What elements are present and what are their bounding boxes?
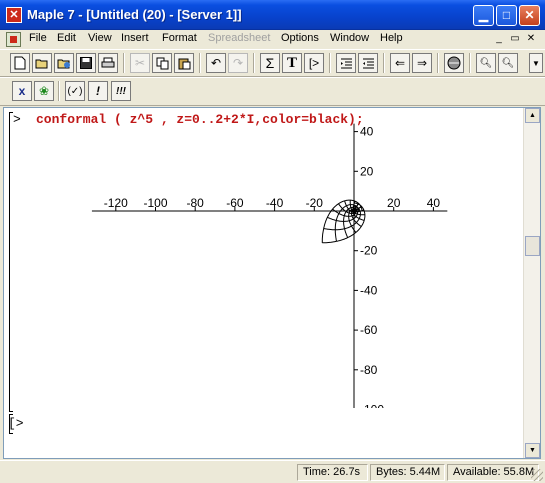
main-toolbar: ✂ ↶ ↷ Σ T [> ⇐ ⇒ 🔍︎ 🔍︎ ▼ (0, 49, 545, 77)
toolbar-separator (469, 53, 471, 73)
sigma-icon[interactable]: Σ (260, 53, 280, 73)
menu-insert[interactable]: Insert (121, 32, 149, 44)
maximize-button[interactable]: □ (496, 5, 517, 26)
y-tick-label: 40 (360, 125, 374, 139)
resize-grip-icon[interactable] (531, 469, 543, 481)
x-tick-label: -40 (266, 196, 284, 210)
status-available: Available: 55.8M (447, 464, 539, 481)
menu-window[interactable]: Window (330, 32, 369, 44)
copy-icon[interactable] (152, 53, 172, 73)
x-tick-label: -20 (306, 196, 324, 210)
status-bar: Time: 26.7s Bytes: 5.44M Available: 55.8… (0, 460, 545, 483)
forward-icon[interactable]: ⇒ (412, 53, 432, 73)
maple-window: ✕ Maple 7 - [Untitled (20) - [Server 1]]… (0, 0, 545, 483)
x-tick-label: -120 (104, 196, 128, 210)
x-tick-label: -60 (226, 196, 244, 210)
worksheet[interactable]: > conformal ( z^5 , z=0..2+2*I,color=bla… (3, 107, 541, 459)
toolbar-separator (199, 53, 201, 73)
cut-icon[interactable]: ✂ (130, 53, 150, 73)
y-tick-label: -100 (360, 403, 384, 409)
zoom-out-icon[interactable]: 🔍︎ (498, 53, 518, 73)
doc-restore-button[interactable]: ▭ (507, 32, 523, 46)
toolbar-separator (437, 53, 439, 73)
document-icon[interactable] (6, 32, 21, 47)
minimize-button[interactable]: ▁ (473, 5, 494, 26)
plot-mesh (321, 199, 366, 244)
menu-spreadsheet[interactable]: Spreadsheet (208, 32, 270, 44)
menu-edit[interactable]: Edit (57, 32, 76, 44)
save-icon[interactable] (76, 53, 96, 73)
vertical-scrollbar[interactable]: ▲ ▼ (523, 108, 540, 458)
zoom-in-icon[interactable]: 🔍︎ (476, 53, 496, 73)
scroll-up-icon[interactable]: ▲ (525, 108, 540, 123)
y-tick-label: -60 (360, 323, 378, 337)
context-toolbar: x ❀ (✓) ! !!! (0, 77, 545, 106)
status-time: Time: 26.7s (297, 464, 368, 481)
back-icon[interactable]: ⇐ (390, 53, 410, 73)
y-tick-label: -40 (360, 283, 378, 297)
new-document-icon[interactable] (10, 53, 30, 73)
scroll-down-icon[interactable]: ▼ (525, 443, 540, 458)
indent-icon[interactable] (336, 53, 356, 73)
menu-file[interactable]: File (29, 32, 47, 44)
x-tick-label: -100 (143, 196, 167, 210)
x-tick-label: 20 (387, 196, 401, 210)
text-icon[interactable]: T (282, 53, 302, 73)
toolbar-separator (383, 53, 385, 73)
close-button[interactable]: ✕ (519, 5, 540, 26)
open-url-icon[interactable] (54, 53, 74, 73)
doc-minimize-button[interactable]: _ (491, 32, 507, 46)
execute-button[interactable]: ! (88, 81, 108, 101)
redo-icon[interactable]: ↷ (228, 53, 248, 73)
open-icon[interactable] (32, 53, 52, 73)
toolbar-separator (58, 81, 60, 101)
paste-icon[interactable] (174, 53, 194, 73)
doc-close-button[interactable]: ✕ (523, 32, 539, 46)
stop-icon[interactable] (444, 53, 464, 73)
undo-icon[interactable]: ↶ (206, 53, 226, 73)
toolbar-separator (329, 53, 331, 73)
check-syntax-button[interactable]: (✓) (65, 81, 85, 101)
maple-leaf-icon[interactable]: ❀ (34, 81, 54, 101)
menu-options[interactable]: Options (281, 32, 319, 44)
menu-view[interactable]: View (88, 32, 112, 44)
empty-prompt[interactable]: [> (8, 416, 24, 431)
maple-x-icon[interactable]: ✕ (6, 7, 22, 23)
title-bar[interactable]: ✕ Maple 7 - [Untitled (20) - [Server 1]]… (0, 0, 545, 30)
menu-help[interactable]: Help (380, 32, 403, 44)
y-tick-label: -80 (360, 363, 378, 377)
toolbar-separator (253, 53, 255, 73)
conformal-plot[interactable]: -120 -100 -80 -60 -40 -20 20 40 40 20 -20 -40 -60 -80… (4, 108, 524, 408)
menu-format[interactable]: Format (162, 32, 197, 44)
plot-axes: -120 -100 -80 -60 -40 -20 20 40 40 20 -20 -40 -60 -80… (91, 123, 448, 409)
print-icon[interactable] (98, 53, 118, 73)
execute-all-button[interactable]: !!! (111, 81, 131, 101)
math-mode-icon[interactable]: x (12, 81, 32, 101)
outdent-icon[interactable] (358, 53, 378, 73)
toolbar-scroll-icon[interactable]: ▼ (529, 53, 543, 73)
y-tick-label: -20 (360, 244, 378, 258)
y-tick-label: 20 (360, 164, 374, 178)
window-title: Maple 7 - [Untitled (20) - [Server 1]] (27, 7, 242, 22)
x-tick-label: 40 (427, 196, 441, 210)
status-bytes: Bytes: 5.44M (370, 464, 445, 481)
toolbar-separator (123, 53, 125, 73)
scroll-thumb[interactable] (525, 236, 540, 256)
input-prompt-icon[interactable]: [> (304, 53, 324, 73)
x-tick-label: -80 (187, 196, 205, 210)
menu-bar: File Edit View Insert Format Spreadsheet… (0, 30, 545, 49)
